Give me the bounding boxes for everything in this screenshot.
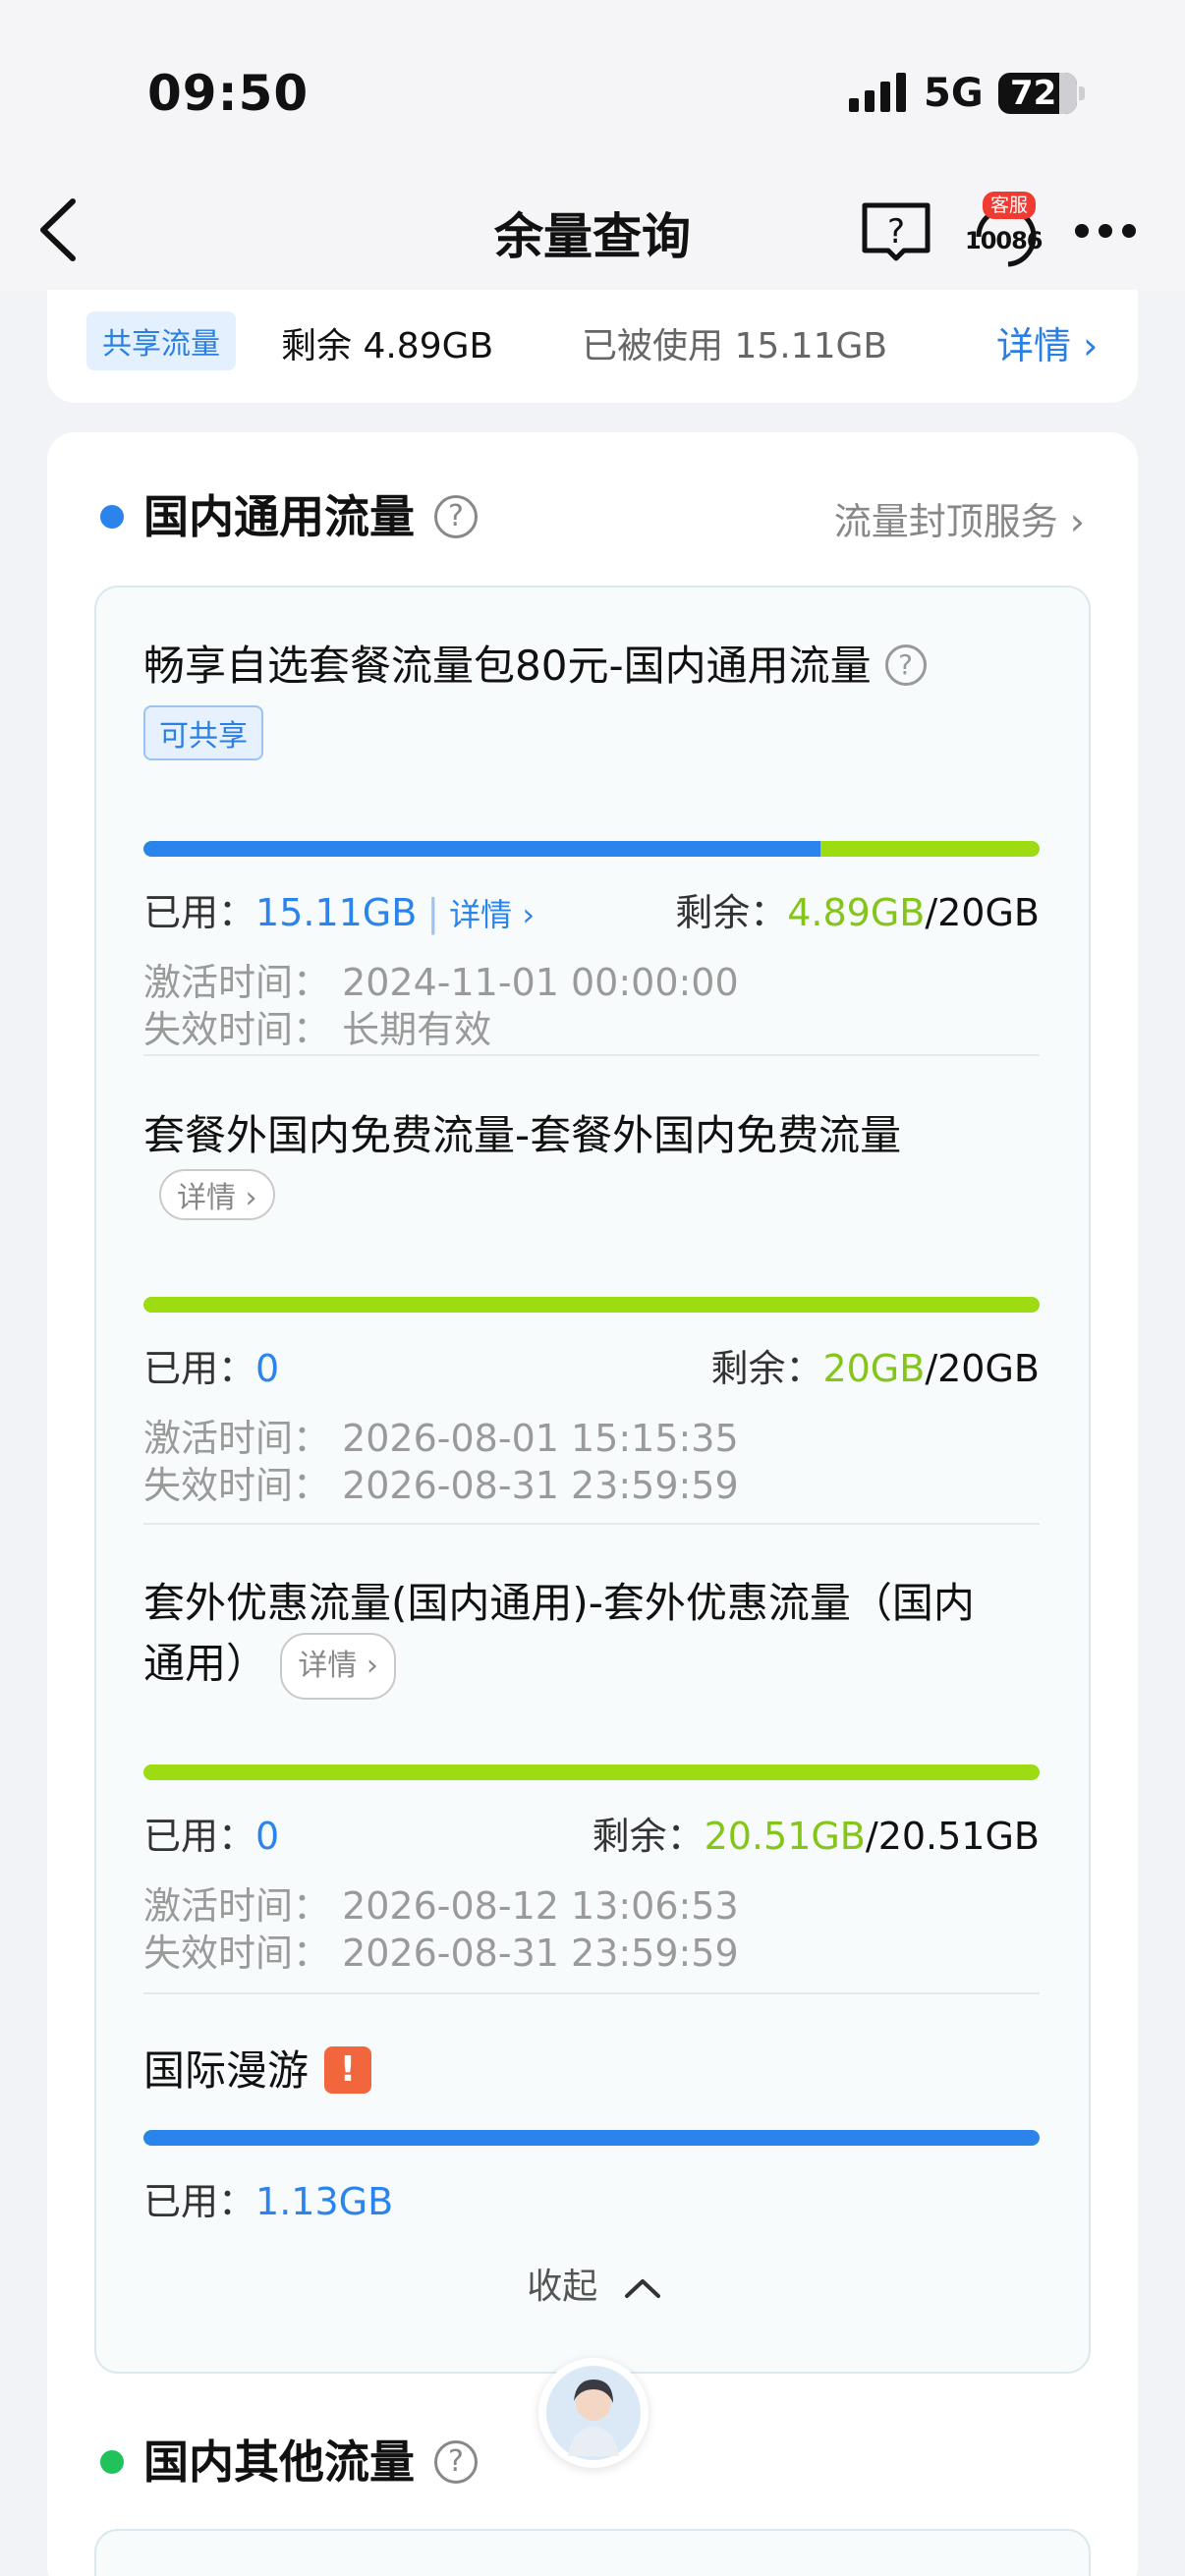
section-dot bbox=[100, 504, 124, 529]
separator: | bbox=[426, 891, 440, 934]
usage-line: 已用：1.13GB bbox=[143, 2171, 1040, 2225]
remain-value: 20GB bbox=[822, 1347, 926, 1390]
dates: 激活时间： 2024-11-01 00:00:00 失效时间： 长期有效 bbox=[143, 959, 739, 1053]
shared-summary-card: 共享流量 剩余 4.89GB 已被使用 15.11GB 详情 › bbox=[47, 290, 1138, 403]
package-title: 国际漫游 bbox=[143, 2046, 310, 2095]
remain-value: 4.89GB bbox=[787, 891, 926, 934]
remain-label: 剩余： bbox=[592, 1815, 705, 1858]
used-label: 已用： bbox=[143, 891, 256, 934]
used-label: 已用： bbox=[143, 1347, 256, 1390]
package-title: 畅享自选套餐流量包80元-国内通用流量 bbox=[143, 642, 872, 690]
divider bbox=[143, 1523, 1040, 1525]
package-item: 套餐外国内免费流量-套餐外国内免费流量 详情 › 已用：0 剩余：20GB/20… bbox=[143, 1106, 1040, 1507]
used-value: 0 bbox=[255, 1815, 280, 1858]
signal-icon bbox=[849, 73, 906, 112]
activate-time: 激活时间： 2024-11-01 00:00:00 bbox=[143, 961, 739, 1004]
question-icon[interactable]: ? bbox=[434, 494, 478, 538]
remain-label: 剩余： bbox=[675, 891, 788, 934]
usage-line: 已用：15.11GB | 详情 › 剩余：4.89GB/20GB bbox=[143, 882, 1040, 936]
used-value: 15.11GB bbox=[255, 891, 418, 934]
package-item: 国际漫游! 已用：1.13GB bbox=[143, 2042, 1040, 2223]
shared-tag: 共享流量 bbox=[86, 311, 236, 370]
cs-badge: 客服 bbox=[983, 192, 1037, 219]
used-value: 1.13GB bbox=[255, 2180, 394, 2223]
question-icon[interactable]: ? bbox=[884, 644, 927, 686]
shared-used: 已被使用 15.11GB bbox=[582, 326, 888, 366]
battery-level: 72 bbox=[1010, 74, 1057, 113]
status-bar: 09:50 5G 72 bbox=[0, 0, 1185, 162]
package-item: 套外优惠流量(国内通用)-套外优惠流量（国内 通用） 详情 › 已用：0 剩余：… bbox=[143, 1574, 1040, 1975]
shared-remain: 剩余 4.89GB bbox=[281, 326, 494, 366]
package-item: 畅享自选套餐流量包80元-国内通用流量? 可共享 已用：15.11GB | 详情 ›… bbox=[143, 637, 1040, 1051]
section-title: 国内通用流量 bbox=[143, 490, 415, 543]
usage-bar bbox=[143, 841, 1040, 857]
activate-time: 激活时间： 2026-08-01 15:15:35 bbox=[143, 1417, 739, 1460]
battery-icon: 72 bbox=[998, 73, 1077, 114]
clock: 09:50 bbox=[147, 65, 310, 122]
package-title-line1: 套外优惠流量(国内通用)-套外优惠流量（国内 bbox=[143, 1579, 975, 1627]
section-dot bbox=[100, 2449, 124, 2474]
detail-link[interactable]: 详情 › bbox=[449, 896, 535, 933]
remain-group: 剩余：4.89GB/20GB bbox=[675, 882, 1040, 936]
total-value: /20.51GB bbox=[865, 1815, 1040, 1858]
warning-icon[interactable]: ! bbox=[324, 2045, 372, 2094]
usage-bar-fill bbox=[143, 841, 820, 857]
divider bbox=[143, 1992, 1040, 1994]
dates: 激活时间： 2026-08-12 13:06:53 失效时间： 2026-08-… bbox=[143, 1882, 739, 1977]
usage-line: 已用：0 剩余：20GB/20GB bbox=[143, 1338, 1040, 1392]
section-heading: 国内其他流量? bbox=[100, 2427, 478, 2492]
next-package-box bbox=[94, 2529, 1091, 2576]
usage-bar-fill bbox=[143, 2130, 1040, 2146]
remain-group: 剩余：20.51GB/20.51GB bbox=[592, 1806, 1040, 1860]
avatar-icon bbox=[546, 2366, 641, 2460]
detail-pill[interactable]: 详情 › bbox=[159, 1169, 275, 1220]
dates: 激活时间： 2026-08-01 15:15:35 失效时间： 2026-08-… bbox=[143, 1415, 739, 1509]
package-title: 套餐外国内免费流量-套餐外国内免费流量 bbox=[143, 1111, 902, 1159]
detail-pill[interactable]: 详情 › bbox=[280, 1633, 396, 1700]
section-heading: 国内通用流量? bbox=[100, 481, 478, 546]
usage-bar bbox=[143, 1764, 1040, 1780]
section-title: 国内其他流量 bbox=[143, 2436, 415, 2489]
total-value: /20GB bbox=[925, 1347, 1040, 1390]
expire-time: 失效时间： 2026-08-31 23:59:59 bbox=[143, 1464, 739, 1507]
remain-label: 剩余： bbox=[710, 1347, 823, 1390]
assistant-avatar[interactable] bbox=[538, 2358, 649, 2468]
chevron-up-icon bbox=[624, 2279, 660, 2298]
remain-value: 20.51GB bbox=[704, 1815, 866, 1858]
expire-time: 失效时间： 长期有效 bbox=[143, 1008, 492, 1051]
collapse-label: 收起 bbox=[527, 2267, 598, 2307]
usage-bar bbox=[143, 2130, 1040, 2146]
expire-time: 失效时间： 2026-08-31 23:59:59 bbox=[143, 1932, 739, 1975]
remain-group: 剩余：20GB/20GB bbox=[710, 1338, 1040, 1392]
shared-detail-link[interactable]: 详情 › bbox=[996, 315, 1098, 369]
more-icon[interactable] bbox=[1075, 223, 1146, 239]
package-title-line2: 通用） bbox=[143, 1639, 268, 1688]
network-type: 5G bbox=[924, 71, 984, 116]
shareable-tag: 可共享 bbox=[143, 705, 263, 760]
battery-tip bbox=[1079, 86, 1085, 100]
activate-time: 激活时间： 2026-08-12 13:06:53 bbox=[143, 1884, 739, 1928]
question-icon[interactable]: ? bbox=[434, 2439, 478, 2484]
usage-line: 已用：0 剩余：20.51GB/20.51GB bbox=[143, 1806, 1040, 1860]
cs-number: 10086 bbox=[965, 227, 1043, 254]
package-list: 畅享自选套餐流量包80元-国内通用流量? 可共享 已用：15.11GB | 详情 ›… bbox=[94, 586, 1091, 2374]
help-glyph: ? bbox=[887, 212, 905, 252]
cap-service-link[interactable]: 流量封顶服务 › bbox=[834, 491, 1085, 545]
total-value: /20GB bbox=[925, 891, 1040, 934]
customer-service-button[interactable]: 客服 10086 bbox=[965, 192, 1044, 274]
divider bbox=[143, 1054, 1040, 1056]
help-icon[interactable]: ? bbox=[861, 201, 931, 262]
used-label: 已用： bbox=[143, 1815, 256, 1858]
used-value: 0 bbox=[255, 1347, 280, 1390]
usage-bar bbox=[143, 1297, 1040, 1313]
collapse-button[interactable]: 收起 bbox=[96, 2258, 1093, 2309]
used-label: 已用： bbox=[143, 2180, 256, 2223]
nav-bar: 余量查询 ? 客服 10086 bbox=[0, 162, 1185, 290]
domestic-general-card: 国内通用流量? 流量封顶服务 › 畅享自选套餐流量包80元-国内通用流量? 可共… bbox=[47, 432, 1138, 2576]
